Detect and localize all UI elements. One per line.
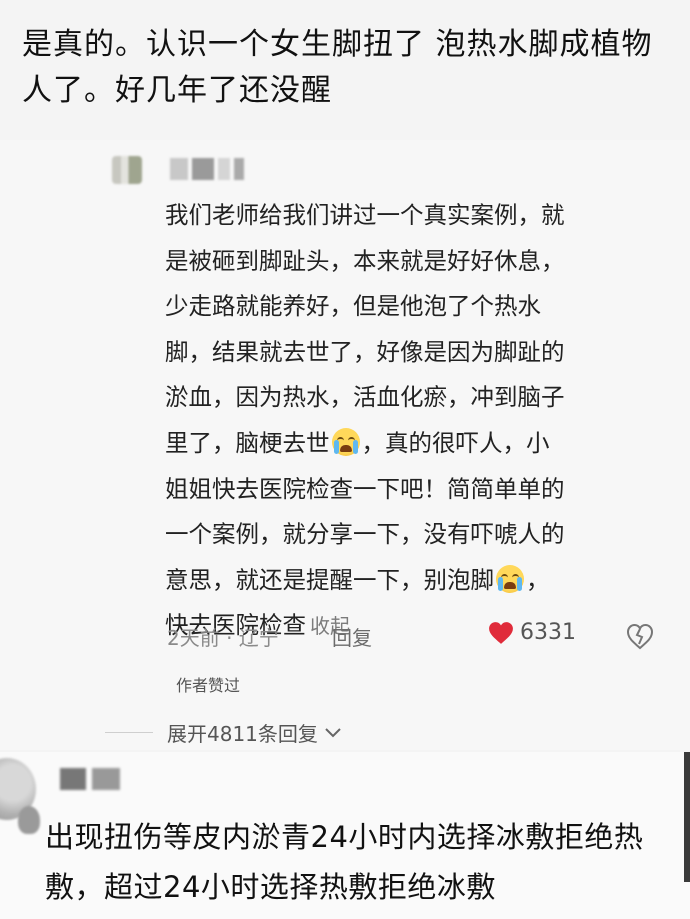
reply-button[interactable]: 回复 (332, 622, 372, 651)
divider (105, 732, 153, 733)
reply-username-blurred[interactable] (170, 158, 252, 182)
reply-line: 姐姐快去医院检查一下吧！简简单单的 (165, 474, 565, 503)
reply-avatar[interactable] (112, 156, 142, 184)
reply-line: 是被砸到脚趾头，本来就是好好休息， (165, 246, 565, 275)
second-comment-username-blurred[interactable] (60, 768, 140, 796)
reply-line: 意思，就还是提醒一下，别泡脚 ， (165, 558, 665, 604)
second-comment-text: 出现扭伤等皮内淤青24小时内选择冰敷拒绝热敷，超过24小时选择热敷拒绝冰敷 (45, 820, 644, 904)
author-liked-badge: 作者赞过 (176, 676, 241, 695)
like-button[interactable]: 6331 (488, 620, 576, 645)
reply-line: 我们老师给我们讲过一个真实案例，就 (165, 201, 565, 229)
dislike-icon[interactable] (624, 620, 656, 652)
crying-face-icon (496, 564, 524, 593)
like-count: 6331 (520, 620, 576, 645)
top-comment-text: 是真的。认识一个女生脚扭了 泡热水脚成植物人了。好几年了还没醒 (22, 27, 653, 108)
heart-icon (489, 621, 513, 644)
expand-replies-button[interactable]: 展开4811条回复 (105, 718, 342, 747)
reply-line: 里了，脑梗去世 ，真的很吓人，小 (165, 421, 665, 467)
reply-line: 脚，结果就去世了，好像是因为脚趾的 (165, 337, 565, 366)
reply-line: 少走路就能养好，但是他泡了个热水 (165, 292, 541, 321)
reply-body: 我们老师给我们讲过一个真实案例，就 是被砸到脚趾头，本来就是好好休息， 少走路就… (165, 193, 665, 650)
reply-line: 淤血，因为热水，活血化瘀，冲到脑子 (165, 383, 565, 412)
chevron-down-icon (325, 727, 341, 737)
reply-line-part: ， (526, 565, 550, 594)
expand-replies-label: 展开4811条回复 (167, 722, 318, 746)
second-comment-avatar-detail (18, 806, 40, 834)
reply-line-part: 意思，就还是提醒一下，别泡脚 (165, 565, 494, 594)
time-location: 2天前 · 辽宁 (167, 626, 279, 650)
crying-face-icon (331, 427, 360, 456)
reply-line-part: ，真的很吓人，小 (361, 428, 550, 457)
reply-line: 一个案例，就分享一下，没有吓唬人的 (165, 520, 565, 549)
reply-line-part: 里了，脑梗去世 (165, 428, 330, 457)
edge-shadow (684, 752, 690, 882)
